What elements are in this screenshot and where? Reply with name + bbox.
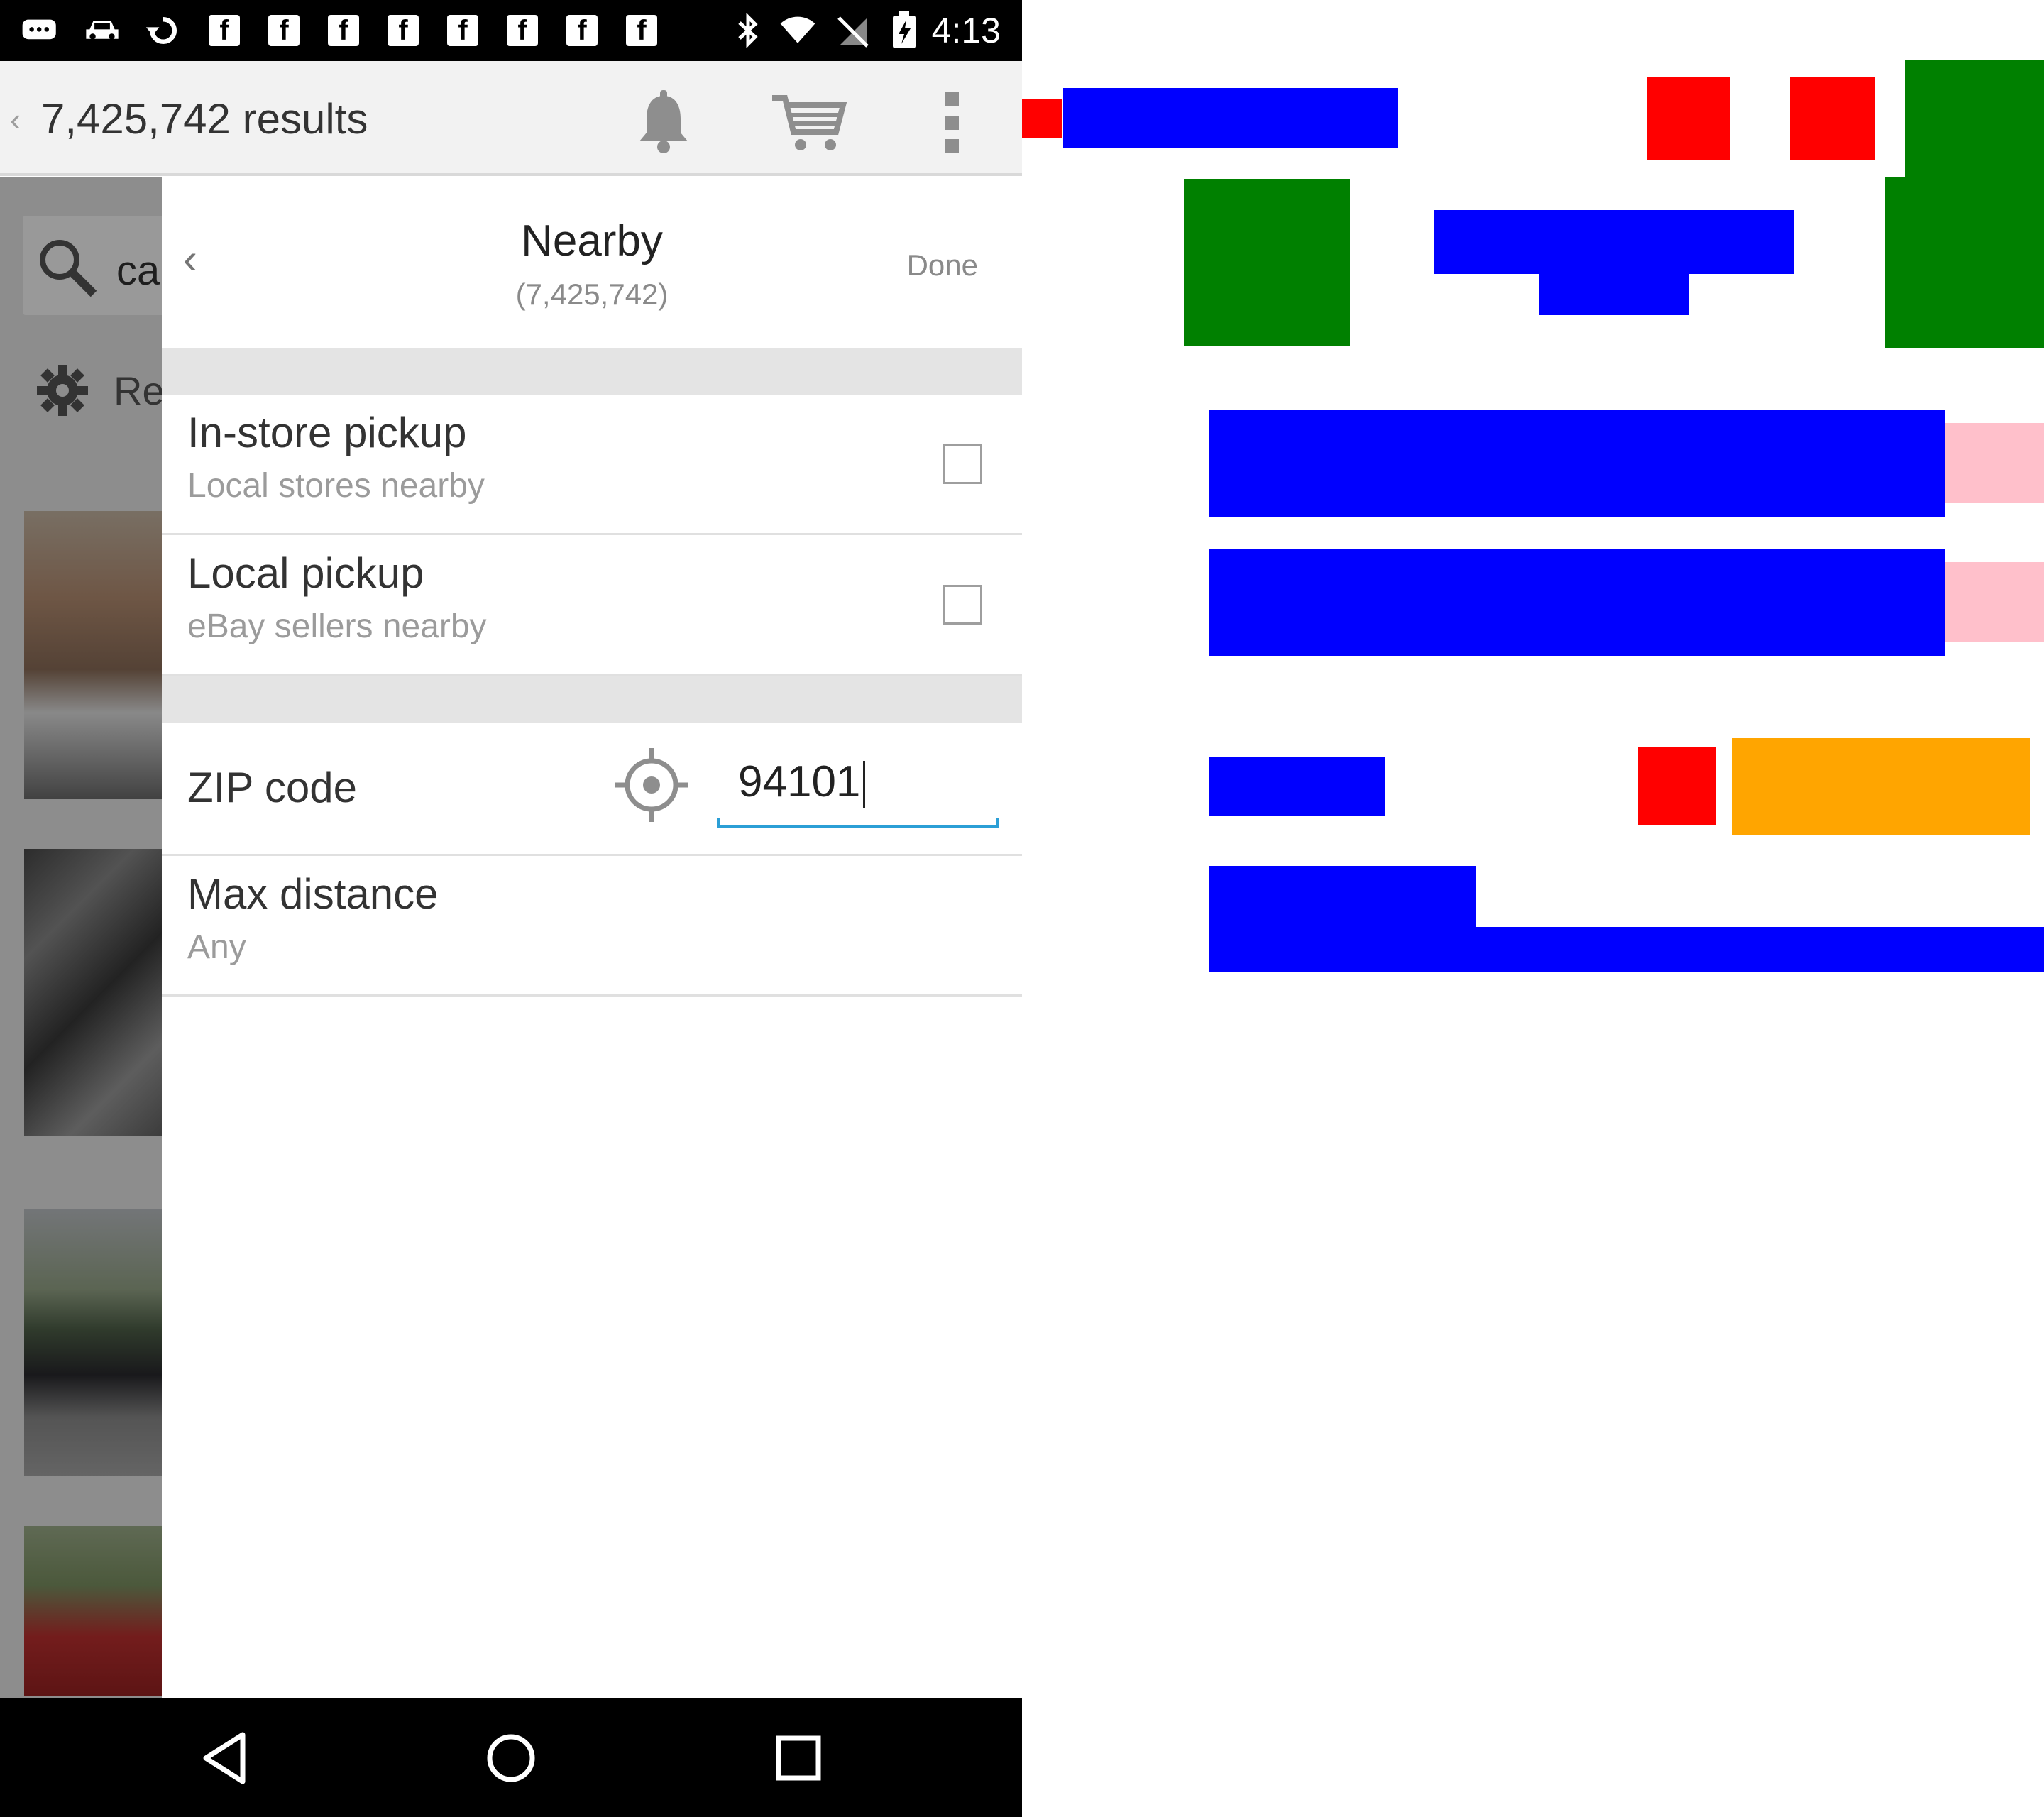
green-block xyxy=(1905,60,2044,177)
blue-block xyxy=(1539,274,1689,315)
navigation-bar xyxy=(0,1698,1022,1817)
red-block xyxy=(1647,77,1730,160)
zip-code-input[interactable]: 94101 xyxy=(717,748,999,828)
zip-code-row: ZIP code 94101 xyxy=(162,723,1022,856)
panel-result-count: (7,425,742) xyxy=(515,278,669,311)
input-underline xyxy=(717,818,999,828)
facebook-icon: f xyxy=(325,13,362,48)
facebook-icon: f xyxy=(385,13,422,48)
in-store-pickup-subtitle: Local stores nearby xyxy=(187,467,485,505)
facebook-letter: f xyxy=(626,15,657,46)
panel-header: ‹ Nearby (7,425,742) Done xyxy=(162,177,1022,348)
nearby-filter-panel: ‹ Nearby (7,425,742) Done In-store picku… xyxy=(162,177,1022,1698)
blue-block xyxy=(1209,410,1945,517)
facebook-icon: f xyxy=(564,13,600,48)
done-button[interactable]: Done xyxy=(907,246,978,285)
facebook-letter: f xyxy=(507,15,538,46)
text-caret xyxy=(863,761,865,808)
local-pickup-row[interactable]: Local pickup eBay sellers nearby xyxy=(162,535,1022,676)
results-count-title: 7,425,742 results xyxy=(41,95,368,143)
bell-icon[interactable] xyxy=(625,84,703,162)
cart-icon[interactable] xyxy=(769,84,847,162)
recents-icon[interactable] xyxy=(766,1726,830,1790)
red-block xyxy=(1638,747,1716,825)
refresh-icon xyxy=(145,13,182,48)
blue-block xyxy=(1209,757,1385,816)
in-store-pickup-row[interactable]: In-store pickup Local stores nearby xyxy=(162,395,1022,535)
facebook-letter: f xyxy=(566,15,598,46)
max-distance-row[interactable]: Max distance Any xyxy=(162,856,1022,997)
local-pickup-title: Local pickup xyxy=(187,549,424,597)
no-sim-icon xyxy=(835,13,872,48)
max-distance-value: Any xyxy=(187,928,246,966)
facebook-icon: f xyxy=(444,13,481,48)
screenshot-root: f f f f f f f f 4:13 ‹ 7,425,742 results xyxy=(0,0,2044,1817)
blue-block xyxy=(1063,88,1398,148)
max-distance-title: Max distance xyxy=(187,870,439,918)
facebook-icon: f xyxy=(206,13,243,48)
pink-block xyxy=(1945,562,2044,642)
blue-block xyxy=(1209,866,1476,972)
section-divider xyxy=(162,676,1022,723)
home-icon[interactable] xyxy=(479,1726,543,1790)
facebook-letter: f xyxy=(388,15,419,46)
blue-block xyxy=(1209,549,1945,656)
facebook-letter: f xyxy=(209,15,240,46)
back-chevron-icon[interactable]: ‹ xyxy=(10,98,21,141)
bluetooth-icon xyxy=(730,13,766,48)
red-block xyxy=(1022,99,1062,138)
local-pickup-checkbox[interactable] xyxy=(943,585,982,625)
car-icon xyxy=(84,13,121,48)
overflow-menu-icon[interactable] xyxy=(913,84,991,162)
chat-icon xyxy=(21,13,58,48)
section-divider xyxy=(162,348,1022,395)
blue-block xyxy=(1434,210,1794,274)
facebook-icon: f xyxy=(623,13,660,48)
phone-screen: f f f f f f f f 4:13 ‹ 7,425,742 results xyxy=(0,0,1022,1817)
battery-charging-icon xyxy=(886,11,923,48)
facebook-icon: f xyxy=(265,13,302,48)
zip-code-value: 94101 xyxy=(738,757,861,806)
facebook-letter: f xyxy=(268,15,300,46)
pink-block xyxy=(1945,423,2044,503)
facebook-icon: f xyxy=(504,13,541,48)
action-bar: ‹ 7,425,742 results xyxy=(0,61,1022,176)
status-bar: f f f f f f f f 4:13 xyxy=(0,0,1022,61)
green-block xyxy=(1885,177,2044,348)
wifi-icon xyxy=(779,13,816,48)
orange-block xyxy=(1732,738,2030,835)
local-pickup-subtitle: eBay sellers nearby xyxy=(187,608,487,645)
facebook-letter: f xyxy=(328,15,359,46)
locate-icon[interactable] xyxy=(615,748,688,822)
zip-code-label: ZIP code xyxy=(187,764,358,811)
in-store-pickup-title: In-store pickup xyxy=(187,409,467,456)
red-block xyxy=(1790,77,1875,160)
green-block xyxy=(1184,179,1350,346)
clock: 4:13 xyxy=(931,11,1001,50)
back-icon[interactable] xyxy=(193,1726,257,1790)
blue-block xyxy=(1473,927,2044,972)
panel-title: Nearby xyxy=(521,216,663,265)
facebook-letter: f xyxy=(447,15,478,46)
in-store-pickup-checkbox[interactable] xyxy=(943,444,982,484)
